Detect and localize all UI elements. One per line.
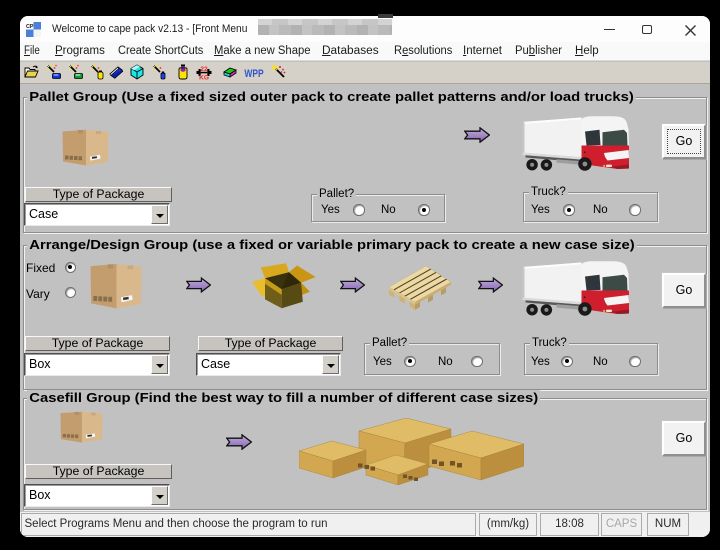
svg-text:KG: KG bbox=[199, 75, 209, 81]
svg-text:WPP: WPP bbox=[244, 68, 264, 80]
svg-text:CP: CP bbox=[26, 24, 34, 30]
svg-text:22: 22 bbox=[200, 66, 208, 73]
